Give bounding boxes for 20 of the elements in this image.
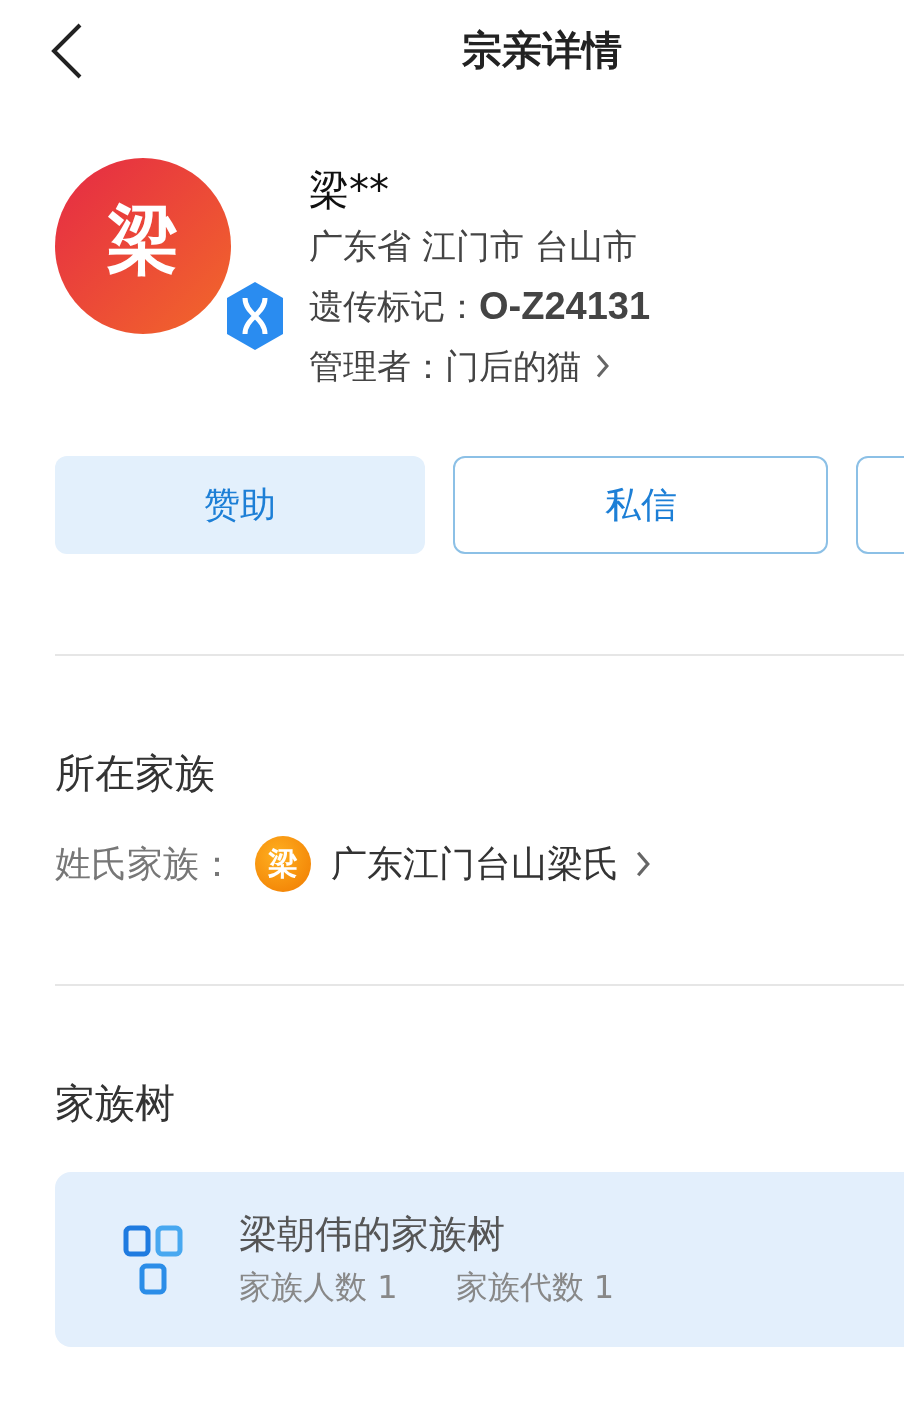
member-name: 梁** [309,166,390,215]
tree-stat: 家族代数 1 [455,1267,615,1308]
section-title: 家族树 [54,1079,176,1128]
sponsor-button[interactable]: 赞助 [55,456,425,554]
section-title: 所在家族 [54,749,216,798]
surname-badge: 梁 [255,836,311,892]
manager-link[interactable]: 门后的猫 [445,336,581,396]
tree-stat: 家族人数 1 [239,1267,398,1308]
page-title: 宗亲详情 [462,25,622,75]
manager-label: 管理者： [309,345,445,388]
marker-value: O-Z24131 [479,284,651,329]
message-button[interactable]: 私信 [453,456,828,554]
location-text: 广东省 江门市 台山市 [309,225,637,268]
family-tree-card[interactable]: 梁朝伟的家族树 家族人数 1 家族代数 1 [55,1172,904,1347]
marker-label: 遗传标记： [309,285,479,328]
tree-title: 梁朝伟的家族树 [239,1211,506,1258]
tree-icon [123,1224,183,1295]
family-link[interactable]: 广东江门台山梁氏 [331,839,619,889]
avatar: 梁 [55,158,231,334]
family-label: 姓氏家族： [55,841,235,886]
